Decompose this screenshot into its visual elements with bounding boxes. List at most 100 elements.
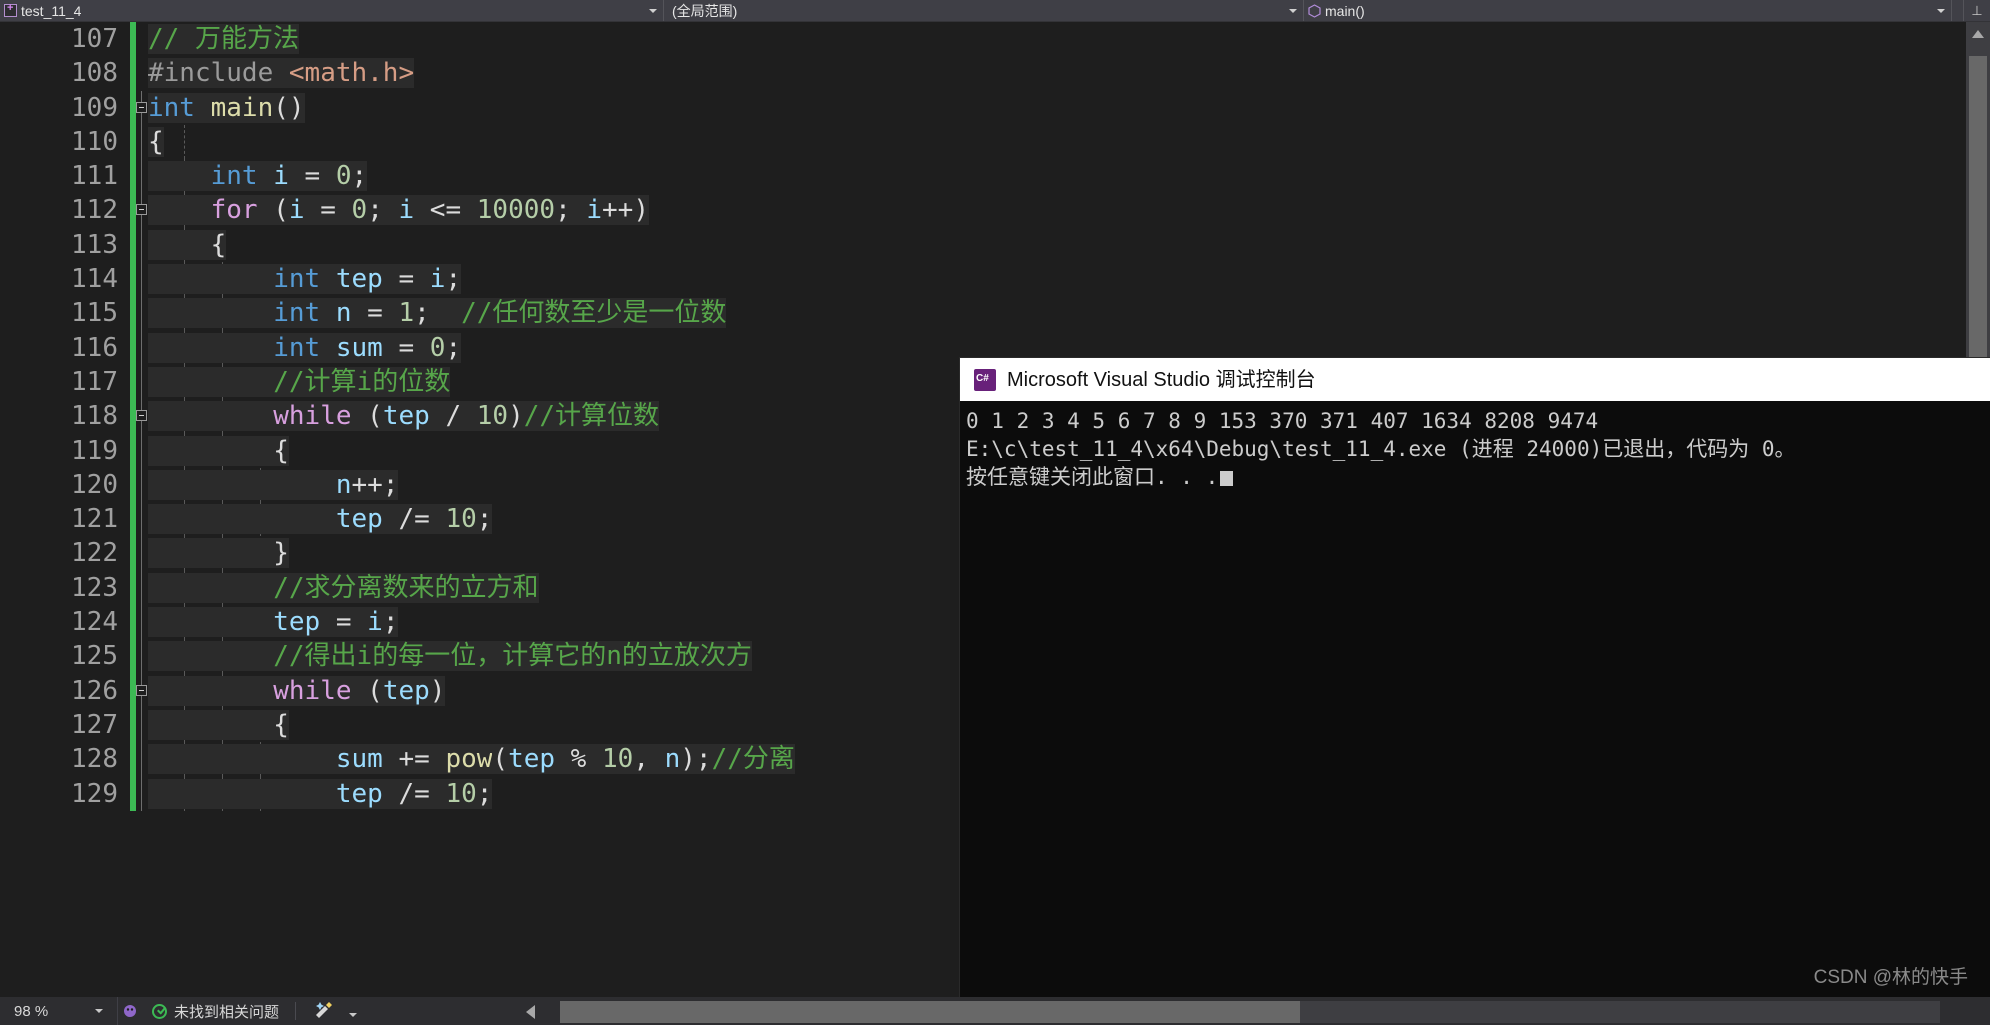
debug-console-window[interactable]: Microsoft Visual Studio 调试控制台 0 1 2 3 4 … — [960, 358, 1990, 1025]
issue-status[interactable]: 未找到相关问题 — [142, 997, 289, 1025]
line-number: 123 — [71, 572, 118, 603]
line-number: 124 — [71, 607, 118, 638]
code-line-text[interactable]: { — [148, 228, 227, 262]
line-number: 119 — [71, 435, 118, 466]
fold-guide-line — [141, 296, 142, 331]
code-line-text[interactable]: while (tep / 10)//计算位数 — [148, 399, 660, 433]
code-line-text[interactable]: int main() — [148, 91, 305, 125]
fold-guide-line — [141, 502, 142, 537]
visual-studio-console-icon — [974, 368, 996, 391]
code-line-text[interactable]: int tep = i; — [148, 262, 462, 296]
line-number: 117 — [71, 366, 118, 397]
line-number: 114 — [71, 264, 118, 295]
fold-guide-line — [141, 467, 142, 503]
chevron-down-icon[interactable] — [1937, 9, 1945, 13]
change-indicator — [130, 296, 136, 331]
project-dropdown[interactable]: test_11_4 — [0, 0, 664, 21]
code-line[interactable]: 114 int tep = i; — [0, 262, 1966, 297]
editor-horizontal-scrollbar[interactable] — [526, 1001, 1940, 1023]
line-number: 120 — [71, 469, 118, 500]
code-line[interactable]: 107 // 万能方法 — [0, 22, 1966, 57]
hscrollbar-thumb[interactable] — [560, 1001, 1300, 1023]
code-line-text[interactable]: int sum = 0; — [148, 331, 462, 365]
file-cs-icon — [4, 2, 17, 17]
code-line[interactable]: 112 for (i = 0; i <= 10000; i++) — [0, 193, 1966, 228]
zoom-level-label: 98 % — [14, 1002, 49, 1020]
console-caret — [1220, 471, 1234, 486]
navigation-bar: test_11_4 (全局范围) main() ⊥ — [0, 0, 1990, 22]
fold-collapse-icon[interactable] — [136, 101, 147, 113]
code-line[interactable]: 115 int n = 1; //任何数至少是一位数 — [0, 296, 1966, 331]
code-line-text[interactable]: //求分离数来的立方和 — [148, 571, 539, 605]
line-number: 125 — [71, 641, 118, 672]
code-line[interactable]: 113 { — [0, 227, 1966, 263]
code-line-text[interactable]: while (tep) — [148, 674, 446, 708]
scope-dropdown-label: (全局范围) — [672, 2, 738, 19]
chevron-down-icon[interactable] — [649, 9, 657, 13]
code-line-text[interactable]: //计算i的位数 — [148, 365, 451, 399]
bug-icon[interactable] — [118, 1001, 142, 1021]
console-title-bar[interactable]: Microsoft Visual Studio 调试控制台 — [960, 358, 1990, 401]
change-indicator — [130, 502, 136, 537]
code-line-text[interactable]: sum += pow(tep % 10, n);//分离 — [148, 742, 795, 776]
fold-collapse-icon[interactable] — [136, 684, 147, 696]
scroll-left-arrow-icon[interactable] — [526, 1005, 535, 1019]
code-line-text[interactable]: { — [148, 434, 289, 468]
line-number: 108 — [71, 58, 118, 89]
code-line-text[interactable]: for (i = 0; i <= 10000; i++) — [148, 193, 649, 227]
check-circle-icon — [152, 1003, 167, 1019]
console-line: E:\c\test_11_4\x64\Debug\test_11_4.exe (… — [966, 437, 1796, 461]
code-line-text[interactable]: //得出i的每一位，计算它的n的立放次方 — [148, 639, 752, 673]
console-line-with-caret: 按任意键关闭此窗口. . . — [966, 463, 1990, 491]
fold-guide-line — [141, 124, 142, 160]
issue-status-label: 未找到相关问题 — [174, 1003, 280, 1021]
line-number: 113 — [71, 229, 118, 260]
console-line: 0 1 2 3 4 5 6 7 8 9 153 370 371 407 1634… — [966, 409, 1599, 433]
code-line-text[interactable]: { — [148, 708, 289, 742]
fold-collapse-icon[interactable] — [136, 410, 147, 422]
change-indicator — [130, 605, 136, 640]
line-number: 112 — [71, 195, 118, 226]
code-line[interactable]: 108 #include <math.h> — [0, 56, 1966, 91]
chevron-down-icon[interactable] — [1289, 9, 1297, 13]
line-number: 109 — [71, 92, 118, 123]
code-line-text[interactable]: // 万能方法 — [148, 22, 299, 56]
fold-collapse-icon[interactable] — [136, 204, 147, 216]
fold-guide-line — [141, 536, 142, 571]
code-line-text[interactable]: tep = i; — [148, 605, 399, 639]
zoom-level-control[interactable]: 98 % — [0, 997, 118, 1025]
code-line[interactable]: 109 int main() — [0, 90, 1966, 125]
method-icon — [1308, 3, 1321, 18]
watermark: CSDN @林的快手 — [1813, 967, 1968, 988]
scope-dropdown[interactable]: (全局范围) — [664, 0, 1304, 21]
line-number: 116 — [71, 332, 118, 363]
brush-tool[interactable] — [302, 997, 367, 1025]
code-line-text[interactable]: } — [148, 536, 289, 570]
code-line-text[interactable]: #include <math.h> — [148, 56, 415, 90]
code-line[interactable]: 111 int i = 0; — [0, 159, 1966, 194]
brush-icon — [312, 1001, 342, 1021]
chevron-down-icon[interactable] — [349, 1013, 358, 1017]
code-line-text[interactable]: int i = 0; — [148, 159, 368, 193]
scroll-up-arrow-icon[interactable] — [1972, 30, 1984, 38]
change-indicator — [130, 124, 136, 160]
code-line-text[interactable]: n++; — [148, 468, 399, 502]
code-line-text[interactable]: tep /= 10; — [148, 777, 493, 811]
code-line[interactable]: 110 { — [0, 124, 1966, 160]
change-indicator — [130, 56, 136, 91]
member-dropdown[interactable]: main() — [1304, 0, 1952, 21]
line-number: 121 — [71, 504, 118, 535]
line-number: 107 — [71, 24, 118, 54]
split-window-button[interactable]: ⊥ — [1963, 0, 1990, 21]
chevron-down-icon[interactable] — [95, 1009, 103, 1013]
code-line-text[interactable]: tep /= 10; — [148, 502, 493, 536]
code-line-text[interactable]: int n = 1; //任何数至少是一位数 — [148, 296, 727, 330]
line-number: 129 — [71, 778, 118, 809]
fold-guide-line — [141, 605, 142, 640]
line-number: 126 — [71, 675, 118, 706]
line-number: 111 — [71, 161, 118, 192]
fold-guide-line — [141, 639, 142, 674]
indent-guide — [184, 124, 185, 160]
change-indicator — [130, 707, 136, 743]
code-line-text[interactable]: { — [148, 125, 164, 159]
